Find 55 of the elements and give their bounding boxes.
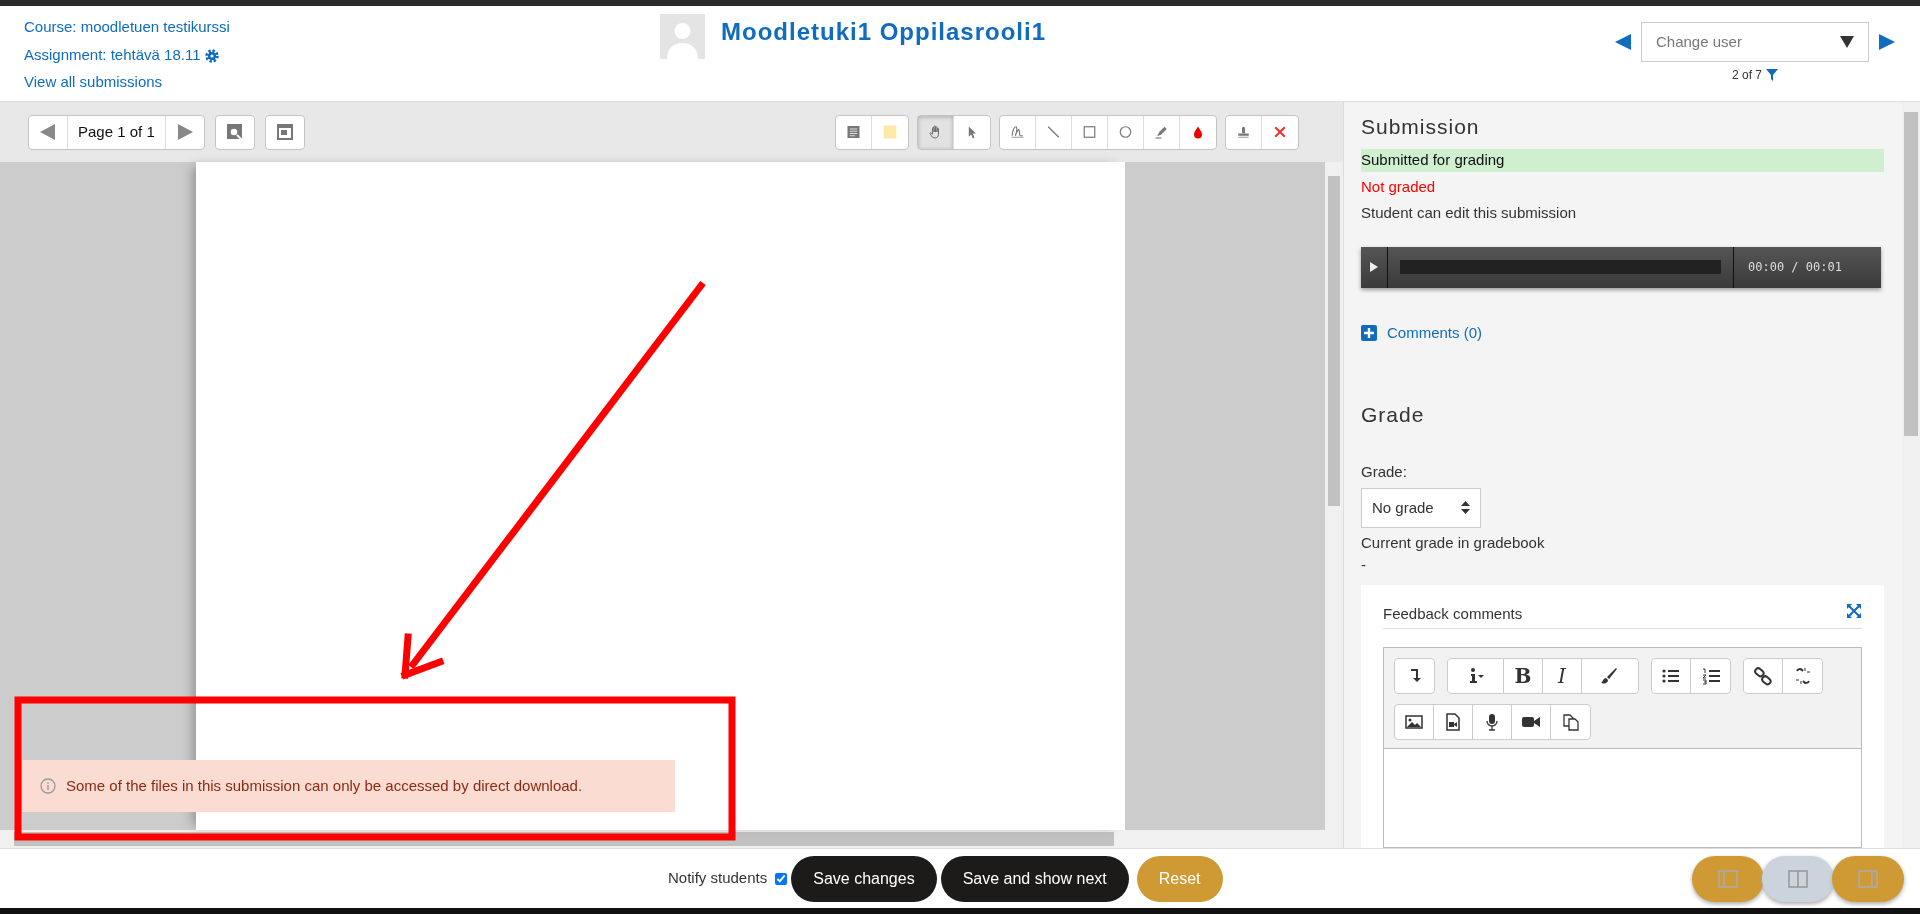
paste-icon: [1560, 712, 1581, 733]
user-counter: 2 of 7: [1732, 67, 1762, 84]
previous-user-icon[interactable]: [1613, 32, 1633, 52]
vertical-scrollbar[interactable]: [1325, 162, 1343, 848]
save-changes-button[interactable]: Save changes: [791, 855, 937, 902]
plus-square-icon: [1361, 324, 1377, 341]
assignment-link[interactable]: Assignment: tehtävä 18.11: [24, 43, 219, 66]
panel-layout-icon: [1718, 869, 1738, 888]
fullscreen-icon[interactable]: [1846, 602, 1862, 619]
panel-layout-icon: [1858, 869, 1878, 888]
submission-heading: Submission: [1361, 114, 1481, 140]
layout-left-button[interactable]: [1692, 855, 1764, 902]
layout-both-button[interactable]: [1762, 855, 1834, 902]
grade-heading: Grade: [1361, 402, 1426, 428]
change-user-select[interactable]: Change user: [1641, 22, 1869, 62]
grade-select[interactable]: No grade: [1361, 487, 1481, 528]
feedback-comments-label: Feedback comments: [1383, 603, 1523, 624]
layout-right-button[interactable]: [1832, 855, 1904, 902]
bold-button[interactable]: B: [1504, 659, 1543, 694]
hand-tool-button[interactable]: [918, 115, 954, 149]
document-search-icon: [225, 123, 244, 141]
player-time: 00:00 / 00:01: [1733, 246, 1881, 288]
panel-scrollbar[interactable]: [1902, 102, 1920, 848]
grading-status: Not graded: [1361, 176, 1437, 197]
numbers-icon: [1700, 666, 1721, 687]
submission-status: Submitted for grading: [1361, 149, 1884, 172]
info-icon: [40, 778, 56, 794]
right-triangle-icon: [175, 123, 194, 141]
filter-icon[interactable]: [1766, 69, 1778, 81]
course-link[interactable]: Course: moodletuen testikurssi: [24, 16, 230, 39]
link-icon: [1753, 666, 1773, 687]
text-editor[interactable]: B I: [1383, 647, 1862, 848]
progress-track[interactable]: [1400, 260, 1721, 275]
user-name-link[interactable]: Moodletuki1 Oppilasrooli1: [721, 14, 1047, 101]
grade-label: Grade:: [1361, 462, 1408, 483]
notify-students-checkbox[interactable]: [775, 872, 788, 885]
edit-status: Student can edit this submission: [1361, 203, 1578, 224]
save-and-show-next-button[interactable]: Save and show next: [940, 855, 1129, 902]
media-icon: [1443, 712, 1463, 733]
view-all-submissions-link[interactable]: View all submissions: [24, 71, 163, 94]
play-icon: [1370, 262, 1378, 273]
panel-layout-icon: [1788, 869, 1808, 888]
sort-caret-icon: [1461, 501, 1470, 515]
left-triangle-icon: [39, 123, 57, 141]
window-icon: [275, 123, 294, 141]
notify-students-label: Notify students: [668, 868, 768, 889]
alert-message: Some of the files in this submission can only be accessed by direct download.: [66, 775, 583, 796]
gradebook-label: Current grade in gradebook: [1361, 532, 1546, 553]
gear-icon: [204, 48, 219, 63]
gradebook-value: -: [1361, 555, 1366, 576]
comments-link[interactable]: Comments (0): [1361, 321, 1483, 345]
italic-button[interactable]: I: [1543, 659, 1582, 694]
dropdown-caret-icon: [1840, 36, 1854, 48]
next-user-icon[interactable]: [1877, 32, 1897, 52]
page-label: Page 1 of 1: [68, 115, 166, 149]
